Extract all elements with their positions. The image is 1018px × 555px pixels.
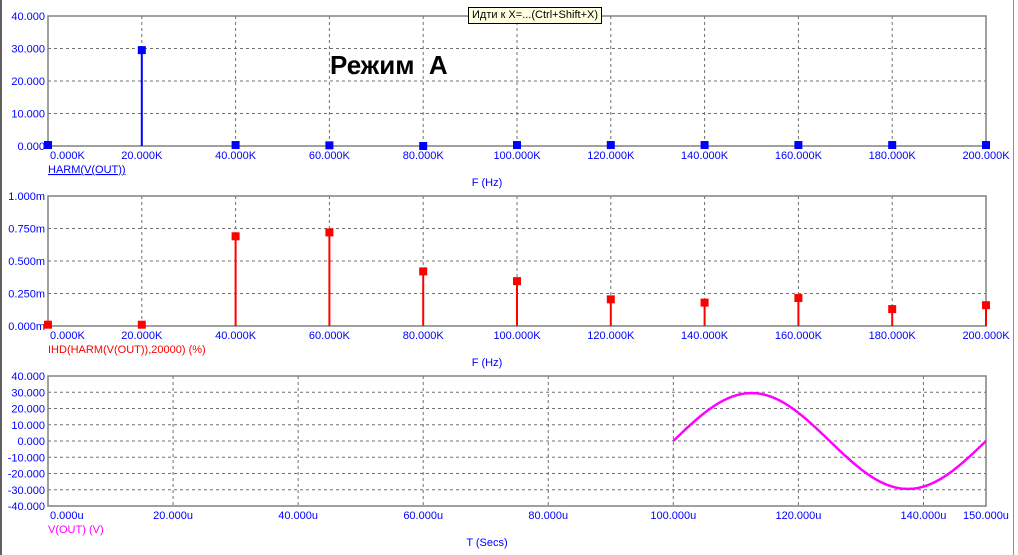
stem-marker (888, 305, 897, 314)
x-tick-label: 60.000K (309, 330, 351, 342)
x-tick-label: 120.000u (775, 510, 821, 522)
x-tick-label: 40.000K (215, 150, 257, 162)
goto-x-tooltip: Идти к X=...(Ctrl+Shift+X) (468, 7, 602, 24)
x-tick-label: 0.000u (50, 510, 84, 522)
y-tick-label: 10.000 (11, 420, 45, 432)
stem-marker (982, 141, 990, 150)
x-tick-label: 180.000K (869, 330, 917, 342)
y-tick-label: 1.000m (8, 191, 45, 203)
x-tick-label: 120.000K (587, 330, 635, 342)
stem-marker (794, 294, 803, 303)
x-tick-label: 80.000K (403, 150, 445, 162)
x-tick-label: 200.000K (962, 330, 1010, 342)
y-tick-label: 40.000 (11, 371, 45, 383)
y-tick-label: 0.500m (8, 256, 45, 268)
stem-marker (137, 46, 146, 55)
stem-marker (137, 320, 146, 329)
x-tick-label: 200.000K (962, 150, 1010, 162)
stem-marker (982, 301, 990, 310)
x-tick-label: 140.000u (901, 510, 947, 522)
x-tick-label: 100.000u (650, 510, 696, 522)
stem-marker (44, 320, 52, 329)
x-tick-label: 20.000u (153, 510, 193, 522)
y-tick-label: 30.000 (11, 44, 45, 56)
stem-marker (794, 141, 803, 150)
x-axis-label: F (Hz) (472, 177, 503, 189)
stem-marker (606, 295, 615, 304)
x-tick-label: 40.000K (215, 330, 257, 342)
y-tick-label: 0.000 (17, 141, 45, 153)
x-tick-label: 140.000K (681, 330, 729, 342)
x-tick-label: 60.000u (403, 510, 443, 522)
x-tick-label: 100.000K (493, 330, 541, 342)
stem-marker (44, 141, 52, 150)
stem-marker (513, 141, 521, 150)
y-tick-label: -20.000 (8, 469, 45, 481)
stem-marker (888, 141, 897, 150)
x-axis-label: F (Hz) (472, 357, 503, 369)
y-tick-label: -10.000 (8, 452, 45, 464)
x-tick-label: 140.000K (681, 150, 729, 162)
x-tick-label: 80.000K (403, 330, 445, 342)
y-tick-label: 20.000 (11, 404, 45, 416)
x-tick-label: 150.000u (963, 510, 1009, 522)
stem-marker (700, 141, 709, 150)
y-tick-label: -30.000 (8, 485, 45, 497)
x-tick-label: 60.000K (309, 150, 351, 162)
y-tick-label: 30.000 (11, 387, 45, 399)
x-tick-label: 180.000K (869, 150, 917, 162)
x-axis-label: T (Secs) (466, 537, 507, 549)
stem-marker (325, 228, 334, 237)
x-tick-label: 20.000K (121, 150, 163, 162)
x-tick-label: 160.000K (775, 330, 823, 342)
y-tick-label: 20.000 (11, 76, 45, 88)
stem-marker (231, 232, 240, 241)
stem-marker (419, 142, 428, 150)
y-tick-label: 0.250m (8, 289, 45, 301)
trace-label: IHD(HARM(V(OUT)),20000) (%) (48, 344, 206, 356)
stem-marker (325, 141, 334, 150)
x-tick-label: 40.000u (278, 510, 318, 522)
y-tick-label: 0.750m (8, 224, 45, 236)
y-tick-label: 0.000 (17, 436, 45, 448)
mode-annotation: Режим A (330, 50, 448, 80)
stem-marker (231, 141, 240, 150)
y-tick-label: -40.000 (8, 501, 45, 513)
x-tick-label: 160.000K (775, 150, 823, 162)
trace-label: HARM(V(OUT)) (48, 164, 126, 176)
x-tick-label: 120.000K (587, 150, 635, 162)
x-tick-label: 80.000u (528, 510, 568, 522)
y-tick-label: 40.000 (11, 11, 45, 23)
stem-marker (419, 267, 428, 276)
stem-marker (700, 298, 709, 307)
analysis-plots: 0.000 10.000 20.000 30.000 40.000 0.000K 20.00… (8, 11, 1011, 549)
x-tick-label: 0.000K (50, 150, 86, 162)
x-tick-label: 0.000K (50, 330, 86, 342)
x-tick-label: 100.000K (493, 150, 541, 162)
y-tick-label: 0.000m (8, 321, 45, 333)
trace-label: V(OUT) (V) (48, 524, 104, 536)
y-tick-label: 10.000 (11, 109, 45, 121)
x-tick-label: 20.000K (121, 330, 163, 342)
stem-marker (513, 277, 521, 286)
stem-marker (606, 141, 615, 150)
